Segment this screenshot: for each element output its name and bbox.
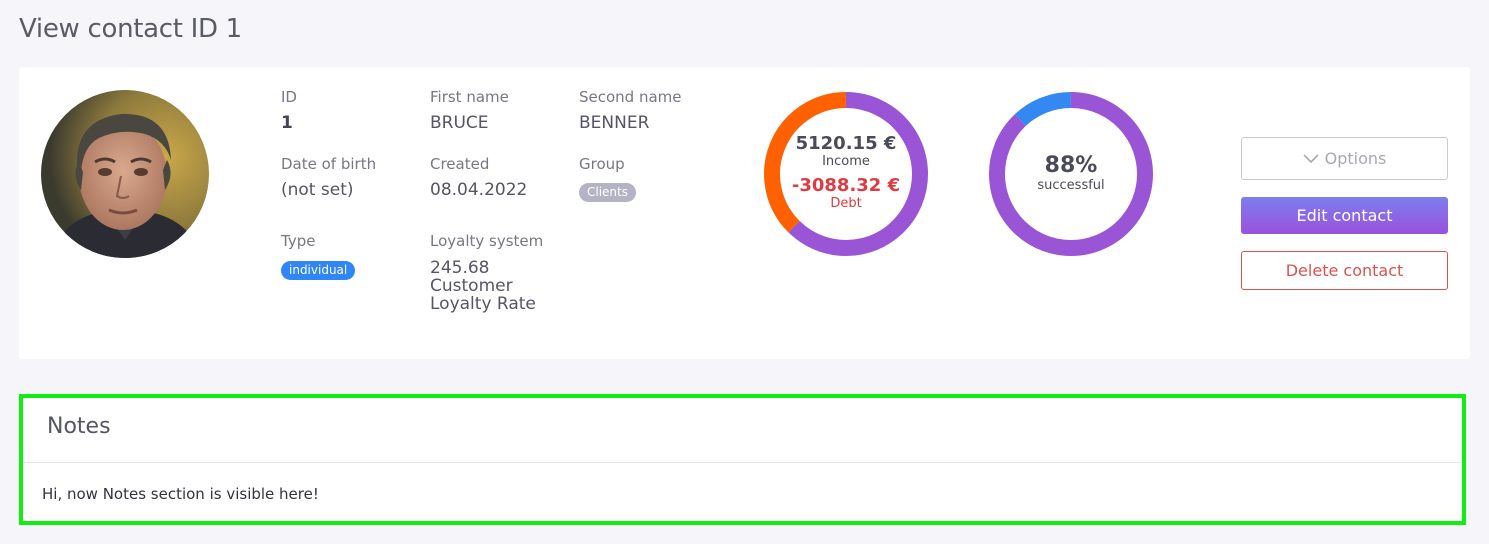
notes-card: Notes Hi, now Notes section is visible h… — [19, 394, 1466, 525]
page-title: View contact ID 1 — [19, 14, 242, 44]
loyalty-line-2: Customer — [430, 276, 513, 296]
field-second-name-value: BENNER — [579, 113, 650, 133]
delete-contact-button[interactable]: Delete contact — [1241, 251, 1448, 290]
income-label: Income — [822, 154, 870, 169]
field-date-of-birth-label: Date of birth — [281, 155, 377, 173]
field-second-name-label: Second name — [579, 88, 682, 106]
field-second-name: Second name BENNER — [579, 88, 682, 132]
rest-arc — [1014, 92, 1072, 127]
field-first-name-label: First name — [430, 88, 509, 106]
edit-contact-button[interactable]: Edit contact — [1241, 197, 1448, 234]
group-badge: Clients — [579, 183, 636, 202]
contact-card: ID 1 First name BRUCE Second name BENNER… — [19, 67, 1470, 359]
avatar — [41, 90, 209, 258]
success-label: successful — [1037, 178, 1105, 193]
field-id-label: ID — [281, 88, 297, 106]
notes-body: Hi, now Notes section is visible here! — [42, 485, 319, 503]
success-percent: 88% — [1044, 153, 1098, 178]
field-loyalty: Loyalty system 245.68 Customer Loyalty R… — [430, 232, 543, 313]
field-group: Group Clients — [579, 155, 636, 202]
field-loyalty-label: Loyalty system — [430, 232, 544, 250]
options-label: Options — [1324, 149, 1387, 168]
income-debt-chart: 5120.15 € Income -3088.32 € Debt — [762, 90, 930, 258]
type-badge: individual — [281, 261, 356, 280]
loyalty-line-3: Loyalty Rate — [430, 294, 536, 314]
field-id-value: 1 — [281, 113, 293, 133]
field-first-name-value: BRUCE — [430, 113, 489, 133]
debt-value: -3088.32 € — [791, 175, 901, 196]
field-loyalty-value: 245.68 Customer Loyalty Rate — [430, 259, 543, 313]
field-type: Type individual — [281, 232, 356, 280]
income-value: 5120.15 € — [795, 133, 897, 154]
field-group-label: Group — [579, 155, 625, 173]
notes-title: Notes — [47, 414, 111, 439]
field-date-of-birth: Date of birth (not set) — [281, 155, 376, 199]
chevron-down-icon — [1303, 149, 1319, 168]
debt-label: Debt — [830, 196, 862, 211]
field-type-label: Type — [281, 232, 316, 250]
options-button[interactable]: Options — [1241, 137, 1448, 180]
field-created-label: Created — [430, 155, 490, 173]
success-chart: 88% successful — [987, 90, 1155, 258]
field-date-of-birth-value: (not set) — [281, 180, 354, 200]
field-id: ID 1 — [281, 88, 297, 132]
loyalty-line-1: 245.68 — [430, 258, 490, 278]
field-created: Created 08.04.2022 — [430, 155, 527, 199]
notes-divider — [23, 462, 1462, 463]
field-created-value: 08.04.2022 — [430, 180, 528, 200]
field-first-name: First name BRUCE — [430, 88, 509, 132]
